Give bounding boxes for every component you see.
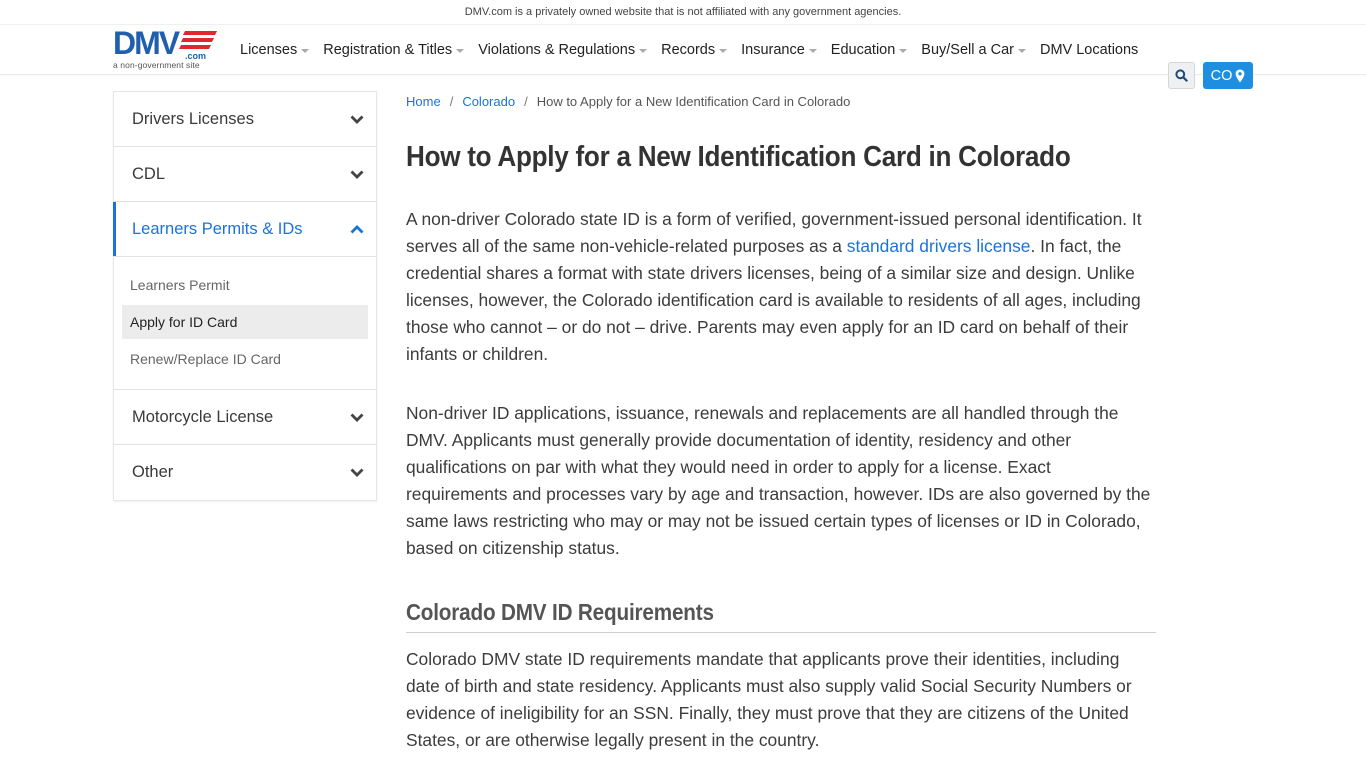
sidebar-item-learners-permit[interactable]: Learners Permit xyxy=(122,268,368,302)
main-nav: Licenses Registration & Titles Violation… xyxy=(240,25,1152,75)
dmv-logo-mark: DMV .com xyxy=(113,28,217,60)
caret-down-icon xyxy=(1017,49,1026,53)
sidebar-nav: Drivers Licenses CDL Learners Permits & … xyxy=(113,91,377,501)
caret-down-icon xyxy=(899,49,908,53)
breadcrumb-separator: / xyxy=(524,93,528,109)
nav-buy-sell-car[interactable]: Buy/Sell a Car xyxy=(921,42,1026,58)
standard-drivers-license-link[interactable]: standard drivers license xyxy=(847,236,1031,256)
sidebar-item-apply-id-card[interactable]: Apply for ID Card xyxy=(122,305,368,339)
logo-tagline: a non-government site xyxy=(113,60,200,70)
nav-label: Records xyxy=(661,42,716,58)
requirements-paragraph: Colorado DMV state ID requirements manda… xyxy=(406,649,1132,750)
sidebar-section-drivers-licenses[interactable]: Drivers Licenses xyxy=(114,92,376,147)
breadcrumb: Home / Colorado / How to Apply for a New… xyxy=(406,91,1156,111)
nav-label: DMV Locations xyxy=(1039,42,1139,58)
section-label: Other xyxy=(132,463,174,481)
sidebar-section-motorcycle-license[interactable]: Motorcycle License xyxy=(114,390,376,445)
nav-label: Licenses xyxy=(240,42,298,58)
heading-text: Colorado DMV ID Requirements xyxy=(406,599,714,625)
section-label: Motorcycle License xyxy=(132,407,274,426)
nav-licenses[interactable]: Licenses xyxy=(240,42,310,58)
caret-down-icon xyxy=(456,49,465,53)
breadcrumb-separator: / xyxy=(449,93,454,109)
caret-down-icon xyxy=(301,49,310,53)
chevron-down-icon xyxy=(350,167,364,181)
sidebar-section-cdl[interactable]: CDL xyxy=(114,147,376,202)
chevron-down-icon xyxy=(350,410,364,424)
sidebar-item-renew-replace-id-card[interactable]: Renew/Replace ID Card xyxy=(122,342,368,376)
svg-text:DMV: DMV xyxy=(113,28,181,60)
caret-down-icon xyxy=(719,49,728,53)
breadcrumb-current: How to Apply for a New Identification Ca… xyxy=(536,93,851,109)
nav-records[interactable]: Records xyxy=(661,42,728,58)
section-label: CDL xyxy=(132,164,166,183)
breadcrumb-colorado[interactable]: Colorado xyxy=(462,94,515,109)
chevron-up-icon xyxy=(350,222,364,236)
nav-label: Buy/Sell a Car xyxy=(921,42,1014,58)
section-label: Learners Permits & IDs xyxy=(132,219,303,238)
caret-down-icon xyxy=(808,49,817,53)
sidebar-section-other[interactable]: Other xyxy=(114,445,376,500)
sidebar-subitems: Learners Permit Apply for ID Card Renew/… xyxy=(114,257,376,390)
chevron-down-icon xyxy=(350,112,364,126)
nav-label: Insurance xyxy=(741,42,805,58)
map-marker-icon xyxy=(1235,69,1245,82)
section-heading-requirements: Colorado DMV ID Requirements xyxy=(406,597,1156,633)
nav-education[interactable]: Education xyxy=(831,42,908,58)
nav-dmv-locations[interactable]: DMV Locations xyxy=(1040,42,1138,58)
main-content: Home / Colorado / How to Apply for a New… xyxy=(406,91,1156,754)
nav-label: Education xyxy=(830,42,896,58)
nav-label: Violations & Regulations xyxy=(478,42,636,58)
dmv-logo[interactable]: DMV .com a non-government site xyxy=(113,28,219,72)
nav-insurance[interactable]: Insurance xyxy=(741,42,817,58)
state-selector-button[interactable]: CO xyxy=(1203,62,1253,89)
intro-paragraph: A non-driver Colorado state ID is a form… xyxy=(406,206,1156,368)
nav-registration-titles[interactable]: Registration & Titles xyxy=(323,42,465,58)
nav-label: Registration & Titles xyxy=(323,42,453,58)
breadcrumb-home[interactable]: Home xyxy=(406,94,441,109)
disclaimer-text: DMV.com is a privately owned website tha… xyxy=(464,6,902,18)
svg-text:.com: .com xyxy=(185,51,206,60)
state-label: CO xyxy=(1210,67,1233,84)
caret-down-icon xyxy=(639,49,648,53)
nav-violations-regulations[interactable]: Violations & Regulations xyxy=(478,42,648,58)
sidebar-section-learners-permits-ids[interactable]: Learners Permits & IDs xyxy=(113,202,376,257)
applications-paragraph: Non-driver ID applications, issuance, re… xyxy=(406,403,1151,558)
chevron-down-icon xyxy=(350,466,364,480)
section-label: Drivers Licenses xyxy=(132,109,254,128)
search-icon xyxy=(1175,69,1188,82)
search-button[interactable] xyxy=(1168,62,1195,89)
site-header: DMV .com a non-government site Licenses … xyxy=(0,25,1366,89)
page-title: How to Apply for a New Identification Ca… xyxy=(406,141,1071,173)
disclaimer-bar: DMV.com is a privately owned website tha… xyxy=(0,0,1366,25)
